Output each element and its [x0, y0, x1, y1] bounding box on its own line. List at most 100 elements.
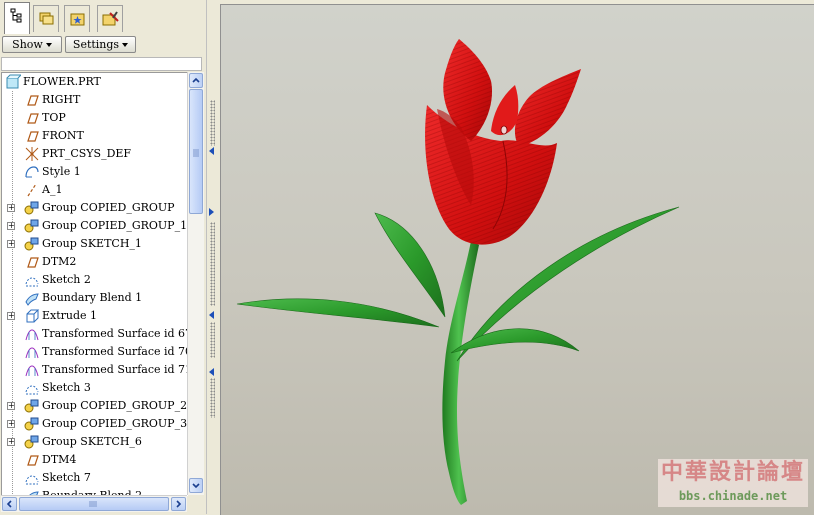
sash-grip [210, 322, 215, 358]
sketch-icon [24, 380, 40, 396]
tree-root-item[interactable]: FLOWER.PRT [2, 73, 188, 91]
leaf-upper-left [374, 212, 446, 318]
tree-item[interactable]: TOP [2, 109, 188, 127]
tree-item-label: DTM4 [42, 453, 77, 466]
tree-item-label: TOP [42, 111, 66, 124]
tree-item[interactable]: DTM4 [2, 451, 188, 469]
settings-menu-button[interactable]: Settings [65, 36, 136, 53]
vertical-scroll-thumb[interactable] [189, 89, 203, 214]
scroll-left-button[interactable] [2, 497, 17, 511]
tree-item-label: Group COPIED_GROUP_3 [42, 417, 188, 430]
boundary-blend-icon [24, 290, 40, 306]
tree-item[interactable]: + Group COPIED_GROUP [2, 199, 188, 217]
tree-item-label: Transformed Surface id 7086 [42, 345, 188, 358]
datum-plane-icon [24, 254, 40, 270]
datum-axis-icon [24, 182, 40, 198]
model-tree[interactable]: FLOWER.PRT RIGHT TOP FRONT PRT_CSYS_DEF Style… [1, 72, 188, 496]
tree-item-label: Extrude 1 [42, 309, 98, 322]
expand-toggle-icon[interactable]: + [7, 312, 15, 320]
transformed-surface-icon [24, 344, 40, 360]
style-icon [24, 164, 40, 180]
datum-plane-icon [24, 110, 40, 126]
tree-item-label: PRT_CSYS_DEF [42, 147, 132, 160]
transformed-surface-icon [24, 326, 40, 342]
panel-sash[interactable] [206, 0, 221, 514]
part-icon [5, 74, 23, 90]
collapse-left-icon[interactable] [209, 368, 214, 376]
expand-toggle-icon[interactable]: + [7, 222, 15, 230]
tree-item-label: Boundary Blend 1 [42, 291, 143, 304]
connections-tab[interactable] [97, 5, 123, 32]
expand-right-icon[interactable] [209, 208, 214, 216]
tree-item[interactable]: Boundary Blend 1 [2, 289, 188, 307]
tree-item[interactable]: + Extrude 1 [2, 307, 188, 325]
datum-plane-icon [24, 452, 40, 468]
flower-model[interactable] [221, 5, 814, 515]
tree-item-label: Style 1 [42, 165, 81, 178]
navigator-tab-strip [0, 0, 206, 35]
tree-item[interactable]: Transformed Surface id 7198 [2, 361, 188, 379]
tree-item[interactable]: Style 1 [2, 163, 188, 181]
show-menu-button[interactable]: Show [2, 36, 62, 53]
tree-item[interactable]: DTM2 [2, 253, 188, 271]
sash-grip [210, 378, 215, 418]
collapse-left-icon[interactable] [209, 147, 214, 155]
sketch-icon [24, 272, 40, 288]
model-tree-tab[interactable] [4, 2, 30, 34]
vertical-scrollbar[interactable] [187, 72, 204, 495]
favorites-icon [70, 13, 85, 26]
coordinate-system-icon [24, 146, 40, 162]
tree-item[interactable]: FRONT [2, 127, 188, 145]
tree-item[interactable]: + Group COPIED_GROUP_3 [2, 415, 188, 433]
watermark-title: 中華設計論壇 [660, 460, 805, 485]
expand-toggle-icon[interactable]: + [7, 420, 15, 428]
scroll-up-button[interactable] [189, 73, 203, 88]
chevron-right-icon [176, 500, 182, 508]
datum-plane-icon [24, 92, 40, 108]
group-icon [24, 434, 40, 450]
tree-item[interactable]: RIGHT [2, 91, 188, 109]
tree-item[interactable]: Sketch 7 [2, 469, 188, 487]
chevron-up-icon [192, 77, 200, 83]
favorites-tab[interactable] [64, 5, 90, 32]
horizontal-scrollbar[interactable] [1, 495, 187, 512]
scroll-down-button[interactable] [189, 478, 203, 493]
collapse-left-icon[interactable] [209, 311, 214, 319]
expand-toggle-icon[interactable]: + [7, 402, 15, 410]
tree-item[interactable]: Transformed Surface id 7086 [2, 343, 188, 361]
tree-item[interactable]: A_1 [2, 181, 188, 199]
tulip-bloom [425, 39, 581, 245]
tree-item[interactable]: + Group SKETCH_1 [2, 235, 188, 253]
tree-item-label: RIGHT [42, 93, 81, 106]
expand-toggle-icon[interactable]: + [7, 240, 15, 248]
tree-item[interactable]: + Group COPIED_GROUP_1 [2, 217, 188, 235]
tree-item-label: A_1 [42, 183, 63, 196]
chevron-down-icon [45, 43, 52, 47]
sketch-icon [24, 470, 40, 486]
tree-item[interactable]: Transformed Surface id 6750 [2, 325, 188, 343]
chevron-left-icon [6, 500, 12, 508]
horizontal-scroll-thumb[interactable] [19, 497, 169, 511]
tree-item-label: DTM2 [42, 255, 77, 268]
tools-icon [102, 11, 119, 26]
tree-item[interactable]: + Group COPIED_GROUP_2 [2, 397, 188, 415]
folders-icon [39, 12, 54, 25]
graphics-viewport[interactable] [220, 4, 814, 515]
expand-toggle-icon[interactable]: + [7, 204, 15, 212]
leaf-lower-right [450, 328, 580, 354]
tree-header-bar [1, 57, 202, 71]
tree-item-label: Sketch 7 [42, 471, 91, 484]
group-icon [24, 200, 40, 216]
expand-toggle-icon[interactable]: + [7, 438, 15, 446]
chevron-down-icon [192, 483, 200, 489]
tree-item[interactable]: PRT_CSYS_DEF [2, 145, 188, 163]
tree-item[interactable]: Sketch 2 [2, 271, 188, 289]
tree-item[interactable]: + Group SKETCH_6 [2, 433, 188, 451]
tree-item[interactable]: Sketch 3 [2, 379, 188, 397]
scroll-right-button[interactable] [171, 497, 186, 511]
tree-item-label: Sketch 2 [42, 273, 91, 286]
folder-browser-tab[interactable] [33, 5, 59, 32]
sash-grip [210, 100, 215, 146]
forum-watermark: 中華設計論壇 bbs.chinade.net [658, 459, 808, 507]
group-icon [24, 398, 40, 414]
